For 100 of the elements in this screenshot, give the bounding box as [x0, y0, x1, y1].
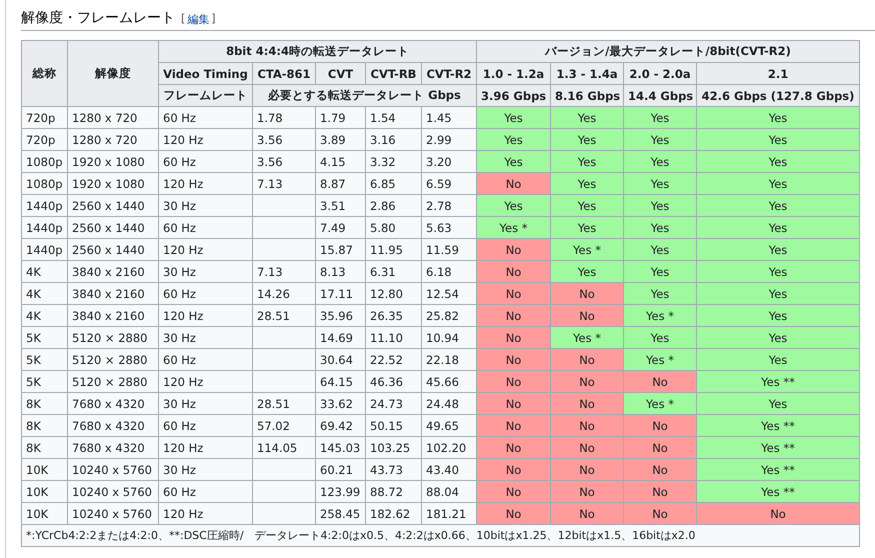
table-cell: 120 Hz [158, 370, 252, 392]
table-cell: 10240 x 5760 [68, 480, 158, 502]
support-cell: No [476, 436, 551, 458]
table-cell: 60.21 [316, 458, 366, 480]
support-cell: No [550, 282, 624, 304]
table-cell: 120 Hz [158, 172, 252, 194]
table-cell: 182.62 [366, 502, 422, 524]
table-cell: 4K [22, 282, 68, 304]
support-cell: Yes [696, 326, 860, 348]
support-cell: No [550, 458, 624, 480]
support-cell: Yes * [550, 238, 624, 260]
table-cell: 15.87 [316, 238, 366, 260]
support-cell: No [624, 502, 697, 524]
column-header: 2.1 [696, 62, 860, 84]
support-cell: Yes [624, 128, 697, 150]
edit-bracket: [ [181, 12, 186, 27]
support-cell: No [624, 436, 697, 458]
table-cell: 720p [22, 106, 68, 128]
table-cell: 1.78 [252, 106, 316, 128]
table-cell: 28.51 [252, 392, 316, 414]
support-cell: No [624, 370, 697, 392]
support-cell: Yes [624, 282, 697, 304]
support-cell: Yes * [624, 304, 697, 326]
table-cell: 123.99 [316, 480, 366, 502]
table-cell: 1080p [22, 172, 68, 194]
table-cell: 7680 x 4320 [68, 392, 158, 414]
table-cell: 3.56 [252, 128, 316, 150]
table-cell: 120 Hz [158, 128, 252, 150]
column-header: 解像度 [68, 40, 158, 106]
table-cell: 43.73 [366, 458, 422, 480]
support-cell: Yes [624, 150, 697, 172]
table-cell: 3.89 [316, 128, 366, 150]
table-cell: 1280 x 720 [68, 106, 158, 128]
table-cell: 8K [22, 436, 68, 458]
support-cell: No [476, 392, 551, 414]
support-cell: Yes [624, 238, 697, 260]
table-cell: 24.73 [366, 392, 422, 414]
table-cell: 5K [22, 348, 68, 370]
support-cell: Yes [550, 194, 624, 216]
support-cell: Yes * [624, 348, 697, 370]
column-header: バージョン/最大データレート/8bit(CVT-R2) [476, 40, 860, 62]
support-cell: Yes [550, 150, 624, 172]
table-cell: 30 Hz [158, 194, 252, 216]
table-cell: 64.15 [316, 370, 366, 392]
table-cell: 5120 × 2880 [68, 370, 158, 392]
support-cell: Yes ** [696, 480, 860, 502]
table-cell: 120 Hz [158, 238, 252, 260]
support-cell: Yes [476, 150, 551, 172]
support-cell: No [624, 480, 697, 502]
edit-link[interactable]: 編集 [187, 12, 210, 27]
column-header: 1.0 - 1.2a [476, 62, 551, 84]
table-cell: 258.45 [316, 502, 366, 524]
column-header: 14.4 Gbps [624, 84, 697, 106]
support-cell: No [476, 480, 551, 502]
support-cell: Yes [476, 128, 551, 150]
table-cell: 1920 x 1080 [68, 150, 158, 172]
table-cell: 10K [22, 502, 68, 524]
table-cell: 8.13 [316, 260, 366, 282]
table-cell: 1.79 [316, 106, 366, 128]
column-header: CVT-R2 [422, 62, 477, 84]
table-cell: 30 Hz [158, 260, 252, 282]
support-cell: Yes [624, 260, 697, 282]
footnote: *:YCrCb4:2:2または4:2:0、**:DSC圧縮時/ データレート4:2:0はx0.5、4:2:2はx0.66、10bitはx1.25、12bitはx1.5、16bitはx2.0 [22, 524, 860, 546]
table-cell: 5.80 [366, 216, 422, 238]
support-cell: No [476, 348, 551, 370]
support-cell: Yes * [476, 216, 551, 238]
support-cell: Yes [550, 128, 624, 150]
table-cell: 114.05 [252, 436, 316, 458]
table-cell: 1080p [22, 150, 68, 172]
column-header: CVT-RB [366, 62, 422, 84]
support-cell: Yes [696, 194, 860, 216]
support-cell: Yes [550, 106, 624, 128]
support-cell: No [624, 414, 697, 436]
table-cell: 6.85 [366, 172, 422, 194]
edit-bracket: ] [211, 12, 216, 27]
table-cell: 3.32 [366, 150, 422, 172]
table-cell: 7.13 [252, 172, 316, 194]
support-cell: Yes [696, 304, 860, 326]
support-cell: No [476, 260, 551, 282]
table-cell: 1920 x 1080 [68, 172, 158, 194]
support-cell: No [476, 370, 551, 392]
table-cell: 120 Hz [158, 304, 252, 326]
table-cell: 60 Hz [158, 282, 252, 304]
table-cell: 3840 x 2160 [68, 304, 158, 326]
table-cell: 3.56 [252, 150, 316, 172]
table-cell: 60 Hz [158, 480, 252, 502]
table-cell: 6.31 [366, 260, 422, 282]
support-cell: Yes [696, 216, 860, 238]
table-cell: 1280 x 720 [68, 128, 158, 150]
support-cell: No [476, 238, 551, 260]
support-cell: No [476, 304, 551, 326]
support-cell: Yes [696, 282, 860, 304]
table-cell: 1.54 [366, 106, 422, 128]
table-cell: 60 Hz [158, 348, 252, 370]
table-cell: 17.11 [316, 282, 366, 304]
support-cell: No [550, 480, 624, 502]
table-cell: 11.10 [366, 326, 422, 348]
table-cell: 5K [22, 370, 68, 392]
support-cell: No [550, 370, 624, 392]
support-cell: Yes [696, 348, 860, 370]
